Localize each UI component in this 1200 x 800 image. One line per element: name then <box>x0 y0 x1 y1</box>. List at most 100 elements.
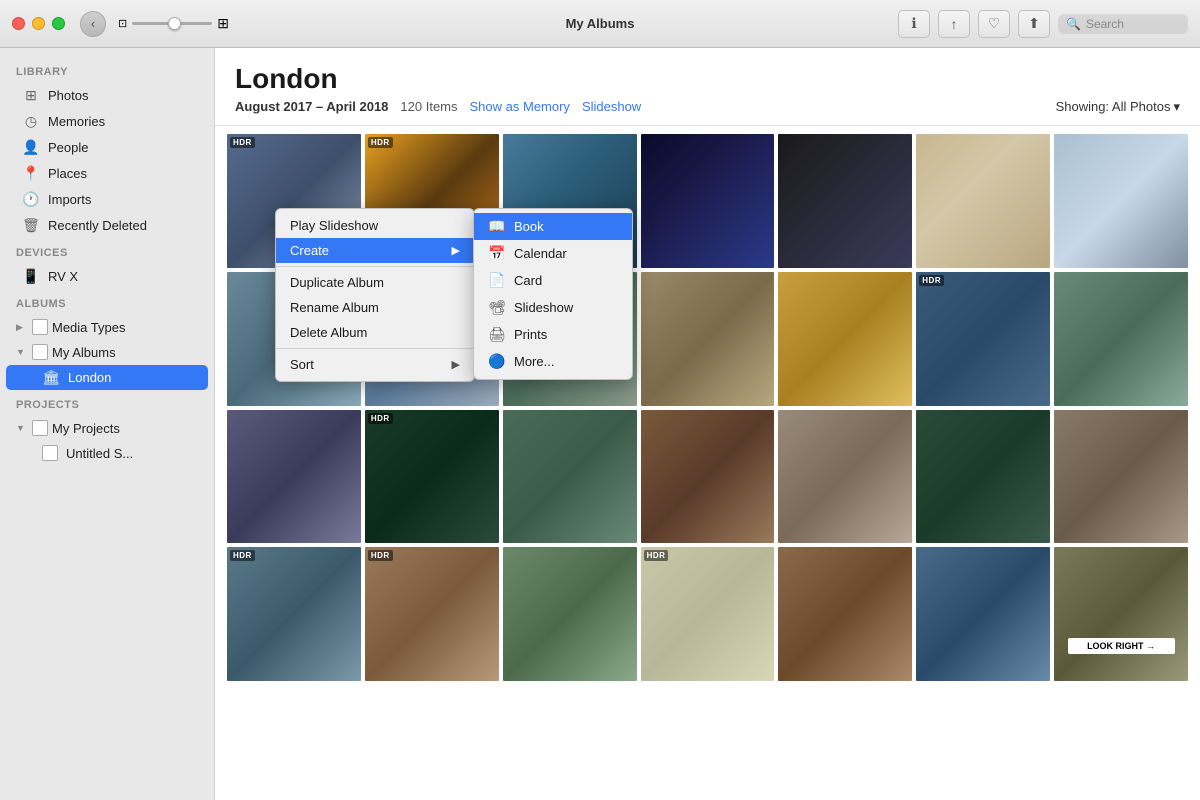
context-play-slideshow[interactable]: Play Slideshow <box>276 213 474 238</box>
close-button[interactable] <box>12 17 25 30</box>
sidebar-label-imports: Imports <box>48 192 91 207</box>
show-as-memory-link[interactable]: Show as Memory <box>470 99 570 114</box>
device-icon: 📱 <box>22 268 40 285</box>
search-box[interactable]: 🔍 Search <box>1058 14 1188 34</box>
photo-cell[interactable] <box>641 272 775 406</box>
photo-cell[interactable] <box>778 410 912 544</box>
date-range: August 2017 – April 2018 <box>235 99 388 114</box>
photo-cell[interactable] <box>641 134 775 268</box>
calendar-icon: 📅 <box>488 245 506 262</box>
media-types-label: Media Types <box>52 320 125 335</box>
context-menu[interactable]: Play Slideshow Create ▶ Duplicate Album … <box>275 208 475 382</box>
photo-cell[interactable] <box>916 134 1050 268</box>
slider-track[interactable] <box>132 22 212 25</box>
submenu-prints[interactable]: 🖨 Prints <box>474 321 632 348</box>
context-create[interactable]: Create ▶ <box>276 238 474 263</box>
sidebar-item-imports[interactable]: 🕐 Imports <box>6 187 208 212</box>
context-duplicate[interactable]: Duplicate Album <box>276 270 474 295</box>
slideshow-link[interactable]: Slideshow <box>582 99 641 114</box>
photo-cell[interactable]: HDR <box>365 410 499 544</box>
photo-cell[interactable]: HDR <box>227 547 361 681</box>
sidebar-item-memories[interactable]: ◷ Memories <box>6 109 208 134</box>
create-label: Create <box>290 243 329 258</box>
size-slider[interactable]: ⊡ ⊞ <box>118 15 229 32</box>
back-button[interactable]: ‹ <box>80 11 106 37</box>
photo-cell[interactable] <box>503 410 637 544</box>
sidebar-item-places[interactable]: 📍 Places <box>6 161 208 186</box>
sort-arrow-icon: ▶ <box>452 358 460 371</box>
my-projects-chevron: ▼ <box>16 423 28 433</box>
context-delete[interactable]: Delete Album <box>276 320 474 345</box>
sidebar-item-untitled[interactable]: Untitled S... <box>6 441 208 465</box>
london-album-icon: 🏛 <box>42 369 60 386</box>
context-rename[interactable]: Rename Album <box>276 295 474 320</box>
window-title: My Albums <box>566 16 635 31</box>
photo-cell[interactable] <box>916 547 1050 681</box>
showing-dropdown[interactable]: Showing: All Photos ▾ <box>1056 99 1180 115</box>
hdr-badge: HDR <box>644 550 669 561</box>
share-button[interactable]: ↑ <box>938 10 970 38</box>
photo-cell[interactable]: HDR <box>641 547 775 681</box>
maximize-button[interactable] <box>52 17 65 30</box>
photo-cell[interactable] <box>503 547 637 681</box>
my-projects-label: My Projects <box>52 421 120 436</box>
photo-cell[interactable] <box>778 272 912 406</box>
card-label: Card <box>514 273 542 288</box>
my-projects-icon <box>32 420 48 436</box>
submenu-card[interactable]: 📄 Card <box>474 267 632 294</box>
showing-label: Showing: All Photos <box>1056 99 1171 114</box>
hdr-badge: HDR <box>368 550 393 561</box>
photo-cell[interactable] <box>641 410 775 544</box>
media-types-group[interactable]: ▶ Media Types <box>6 315 208 339</box>
my-albums-label: My Albums <box>52 345 116 360</box>
untitled-album-icon <box>42 445 58 461</box>
context-divider-2 <box>276 348 474 349</box>
content-area: London August 2017 – April 2018 120 Item… <box>215 48 1200 800</box>
submenu-more[interactable]: 🔵 More... <box>474 348 632 375</box>
delete-label: Delete Album <box>290 325 367 340</box>
submenu-slideshow[interactable]: 📽 Slideshow <box>474 294 632 321</box>
sidebar-item-photos[interactable]: ⊞ Photos <box>6 83 208 108</box>
sidebar-label-untitled: Untitled S... <box>66 446 133 461</box>
sidebar-item-deleted[interactable]: 🗑 Recently Deleted <box>6 213 208 238</box>
export-button[interactable]: ⬆ <box>1018 10 1050 38</box>
photo-cell[interactable]: HDR <box>916 272 1050 406</box>
minimize-button[interactable] <box>32 17 45 30</box>
slider-thumb[interactable] <box>168 17 181 30</box>
photo-cell[interactable] <box>1054 410 1188 544</box>
places-icon: 📍 <box>22 165 40 182</box>
sidebar-label-photos: Photos <box>48 88 88 103</box>
context-sort[interactable]: Sort ▶ <box>276 352 474 377</box>
more-label: More... <box>514 354 554 369</box>
sidebar-item-rvx[interactable]: 📱 RV X <box>6 264 208 289</box>
sort-label: Sort <box>290 357 314 372</box>
sidebar-label-people: People <box>48 140 88 155</box>
sidebar-item-london[interactable]: 🏛 London <box>6 365 208 390</box>
photo-cell[interactable] <box>1054 134 1188 268</box>
sidebar-item-people[interactable]: 👤 People <box>6 135 208 160</box>
photo-cell[interactable] <box>778 547 912 681</box>
prints-label: Prints <box>514 327 547 342</box>
toolbar-actions: ℹ ↑ ♡ ⬆ 🔍 Search <box>898 10 1188 38</box>
my-albums-group[interactable]: ▼ My Albums <box>6 340 208 364</box>
photo-cell[interactable]: LOOK RIGHT → <box>1054 547 1188 681</box>
photo-cell[interactable]: HDR <box>365 547 499 681</box>
projects-section-label: Projects <box>0 391 214 415</box>
hdr-badge: HDR <box>919 275 944 286</box>
submenu-book[interactable]: 📖 Book <box>474 213 632 240</box>
photo-cell[interactable] <box>227 410 361 544</box>
sidebar: Library ⊞ Photos ◷ Memories 👤 People 📍 P… <box>0 48 215 800</box>
photo-cell[interactable] <box>778 134 912 268</box>
photos-icon: ⊞ <box>22 87 40 104</box>
my-projects-group[interactable]: ▼ My Projects <box>6 416 208 440</box>
albums-section-label: Albums <box>0 290 214 314</box>
info-button[interactable]: ℹ <box>898 10 930 38</box>
photo-cell[interactable] <box>916 410 1050 544</box>
submenu-calendar[interactable]: 📅 Calendar <box>474 240 632 267</box>
photo-cell[interactable] <box>1054 272 1188 406</box>
heart-button[interactable]: ♡ <box>978 10 1010 38</box>
prints-icon: 🖨 <box>488 326 506 343</box>
showing-chevron-icon: ▾ <box>1173 99 1180 115</box>
title-bar: ‹ ⊡ ⊞ My Albums ℹ ↑ ♡ ⬆ 🔍 Search <box>0 0 1200 48</box>
create-submenu[interactable]: 📖 Book 📅 Calendar 📄 Card 📽 Slideshow 🖨 <box>473 208 633 380</box>
